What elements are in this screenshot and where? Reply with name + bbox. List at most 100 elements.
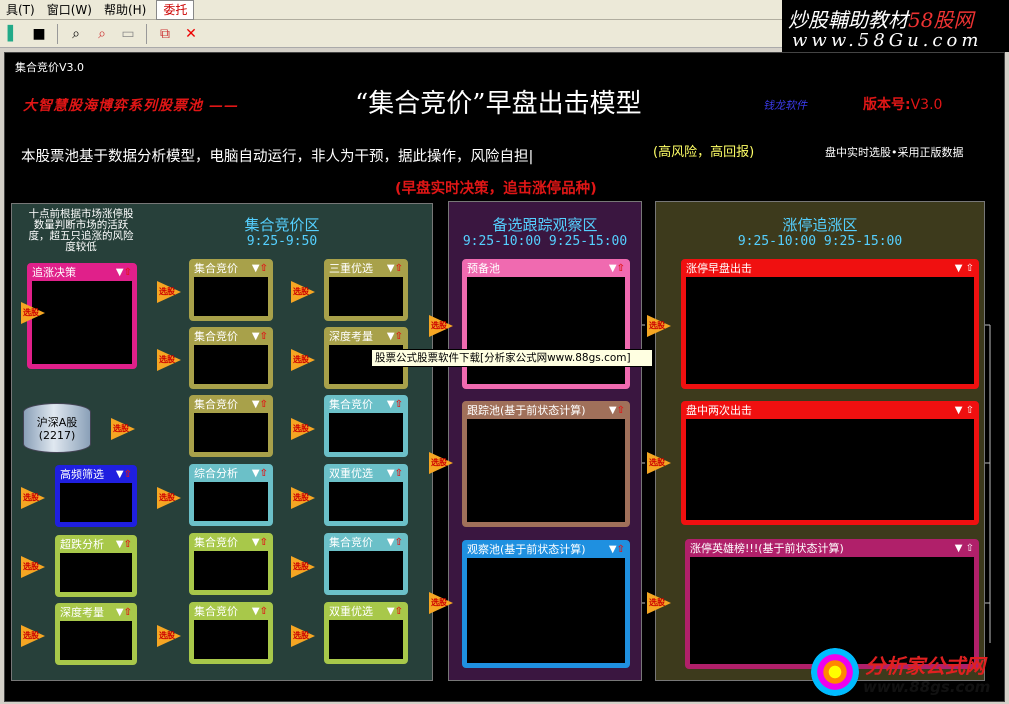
select-arrow-icon: 选股: [291, 349, 315, 371]
select-arrow-icon: 选股: [647, 592, 671, 614]
model-panel: 集合竞价V3.0 大智慧股海博弈系列股票池 —— “集合竞价”早盘出击模型 钱龙…: [4, 52, 1005, 702]
pool-title: 双重优选 ▼⇧: [329, 605, 403, 618]
database-icon[interactable]: 沪深A股 (2217): [23, 403, 91, 453]
select-arrow-icon: 选股: [157, 349, 181, 371]
series-headline: 大智慧股海博弈系列股票池 ——: [23, 98, 239, 114]
close-icon[interactable]: ✕: [180, 23, 202, 45]
pool-title: 深度考量 ▼⇧: [329, 330, 403, 343]
menu-icon: ▼⇧: [386, 537, 403, 548]
pool-box[interactable]: 跟踪池(基于前状态计算) ▼⇧: [462, 401, 630, 527]
source-count: (2217): [38, 429, 76, 442]
pool-box[interactable]: 盘中两次出击 ▼ ⇧: [681, 401, 979, 525]
menu-icon: ▼⇧: [386, 331, 403, 342]
pool-title: 深度考量 ▼⇧: [60, 606, 132, 619]
pool-box[interactable]: 涨停早盘出击 ▼ ⇧: [681, 259, 979, 389]
strategy-note: (早盘实时决策，追击涨停品种): [395, 181, 597, 197]
pool-title: 集合竞价 ▼⇧: [329, 398, 403, 411]
zone-title: 涨停追涨区: [782, 216, 858, 234]
realtime-note: 盘中实时选股•采用正版数据: [825, 146, 964, 159]
zone-title: 备选跟踪观察区: [492, 216, 598, 234]
pool-box[interactable]: 深度考量 ▼⇧: [55, 603, 137, 665]
pool-title: 观察池(基于前状态计算) ▼⇧: [467, 543, 625, 556]
menu-icon: ▼⇧: [251, 606, 268, 617]
menu-icon: ▼⇧: [251, 331, 268, 342]
menu-icon: ▼⇧: [115, 469, 132, 480]
pool-box[interactable]: 三重优选 ▼⇧: [324, 259, 408, 321]
market-note: 十点前根据市场涨停股数量判断市场的活跃度，超五只追涨的风险度较低: [28, 208, 134, 253]
menu-bar: 具(T) 窗口(W) 帮助(H) 委托: [0, 0, 790, 20]
pool-title: 集合竞价 ▼⇧: [194, 605, 268, 618]
pool-title: 集合竞价 ▼⇧: [194, 262, 268, 275]
menu-icon: ▼⇧: [251, 399, 268, 410]
description: 本股票池基于数据分析模型，电脑自动运行，非人为干预，据此操作，风险自担|: [21, 149, 534, 165]
pool-title: 超跌分析 ▼⇧: [60, 538, 132, 551]
toolbar-divider: [57, 23, 58, 44]
menu-window[interactable]: 窗口(W): [41, 1, 98, 19]
pool-title: 三重优选 ▼⇧: [329, 262, 403, 275]
watermark: 分析家公式网 www.88gs.com: [805, 642, 1009, 704]
pool-title: 集合竞价 ▼⇧: [194, 398, 268, 411]
pool-title: 追涨决策 ▼⇧: [32, 266, 132, 279]
watermark-url: www.88gs.com: [863, 678, 991, 696]
select-arrow-icon: 选股: [291, 625, 315, 647]
pool-title: 盘中两次出击 ▼ ⇧: [686, 404, 974, 417]
pool-box[interactable]: 双重优选 ▼⇧: [324, 602, 408, 664]
pool-title: 高频筛选 ▼⇧: [60, 468, 132, 481]
pool-box[interactable]: 综合分析 ▼⇧: [189, 464, 273, 526]
menu-icon: ▼⇧: [386, 263, 403, 274]
pool-box[interactable]: 集合竞价 ▼⇧: [324, 533, 408, 595]
pool-box[interactable]: 预备池 ▼⇧: [462, 259, 630, 389]
pool-box[interactable]: 集合竞价 ▼⇧: [189, 395, 273, 457]
menu-icon: ▼⇧: [251, 537, 268, 548]
export-icon[interactable]: ⧉: [154, 23, 176, 45]
pool-box[interactable]: 超跌分析 ▼⇧: [55, 535, 137, 597]
brand-banner: 炒股輔助教材58股网 www.58Gu.com: [782, 0, 1009, 52]
select-arrow-icon: 选股: [647, 315, 671, 337]
risk-note: (高风险，高回报): [653, 145, 755, 160]
select-arrow-icon: 选股: [291, 418, 315, 440]
select-arrow-icon: 选股: [291, 556, 315, 578]
pool-title: 集合竞价 ▼⇧: [194, 536, 268, 549]
menu-icon: ▼⇧: [115, 267, 132, 278]
menu-tools[interactable]: 具(T): [0, 1, 41, 19]
zone-time: 9:25-10:00 9:25-15:00: [462, 234, 628, 249]
pool-box[interactable]: 双重优选 ▼⇧: [324, 464, 408, 526]
toolbar-divider: [146, 23, 147, 44]
tooltip: 股票公式股票软件下载[分析家公式网www.88gs.com]: [371, 349, 653, 367]
pool-title: 综合分析 ▼⇧: [194, 467, 268, 480]
source-label: 沪深A股: [36, 416, 78, 429]
menu-icon: ▼⇧: [608, 263, 625, 274]
select-arrow-icon: 选股: [291, 487, 315, 509]
pool-title: 集合竞价 ▼⇧: [329, 536, 403, 549]
back-icon[interactable]: ▌: [2, 23, 24, 45]
select-arrow-icon: 选股: [429, 315, 453, 337]
select-arrow-icon: 选股: [111, 418, 135, 440]
menu-icon: ▼⇧: [251, 468, 268, 479]
select-arrow-icon: 选股: [429, 452, 453, 474]
menu-help[interactable]: 帮助(H): [98, 1, 152, 19]
zone-time: 9:25-10:00 9:25-15:00: [737, 234, 903, 249]
pool-box[interactable]: 集合竞价 ▼⇧: [189, 327, 273, 389]
menu-icon: ▼ ⇧: [954, 543, 974, 554]
pool-box[interactable]: 集合竞价 ▼⇧: [324, 395, 408, 457]
screen-icon[interactable]: ▭: [117, 23, 139, 45]
pool-title: 集合竞价 ▼⇧: [194, 330, 268, 343]
brand-small: 钱龙软件: [763, 99, 807, 112]
pool-box[interactable]: 高频筛选 ▼⇧: [55, 465, 137, 527]
find-icon[interactable]: ⌕: [91, 23, 113, 45]
pool-title: 涨停英雄榜!!!(基于前状态计算) ▼ ⇧: [690, 542, 974, 555]
pool-box[interactable]: 集合竞价 ▼⇧: [189, 533, 273, 595]
brand-line1: 炒股輔助教材58股网: [788, 8, 974, 32]
pool-box[interactable]: 集合竞价 ▼⇧: [189, 259, 273, 321]
menu-entrust[interactable]: 委托: [156, 0, 195, 20]
pool-title: 双重优选 ▼⇧: [329, 467, 403, 480]
select-arrow-icon: 选股: [21, 487, 45, 509]
stop-icon[interactable]: ■: [28, 23, 50, 45]
pool-box[interactable]: 观察池(基于前状态计算) ▼⇧: [462, 540, 630, 668]
logo-icon: [811, 648, 859, 696]
menu-icon: ▼⇧: [251, 263, 268, 274]
pool-box[interactable]: 集合竞价 ▼⇧: [189, 602, 273, 664]
search-icon[interactable]: ⌕: [65, 23, 87, 45]
menu-icon: ▼⇧: [386, 399, 403, 410]
page-title: “集合竞价”早盘出击模型: [355, 89, 642, 119]
